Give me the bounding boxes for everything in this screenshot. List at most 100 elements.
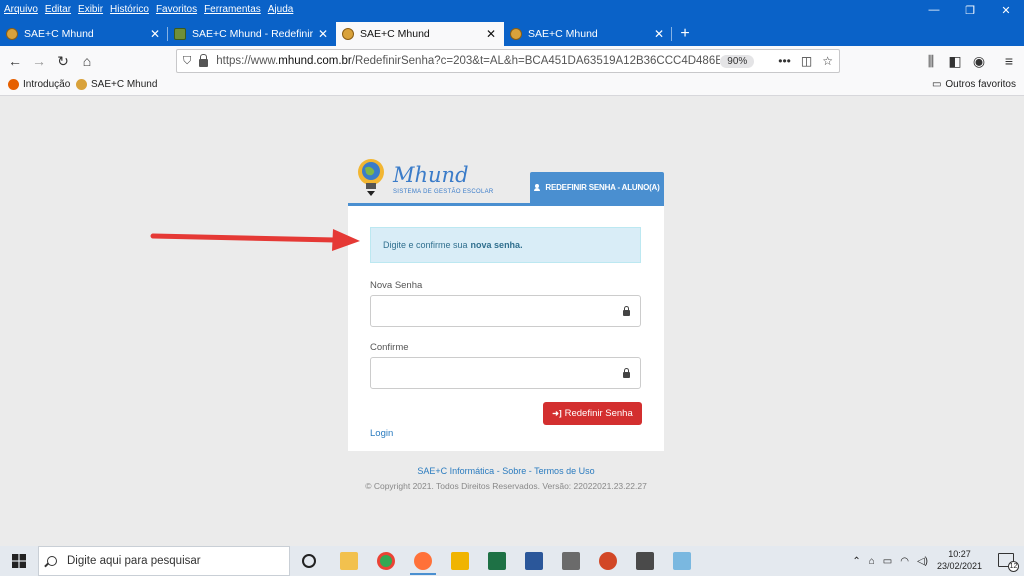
lock-icon[interactable] xyxy=(199,53,209,67)
bookmark-star-icon[interactable]: ☆ xyxy=(822,54,833,68)
menu-bar: Arquivo Editar Exibir Histórico Favorito… xyxy=(0,0,300,18)
menu-historico[interactable]: Histórico xyxy=(110,4,149,15)
bookmark-label: SAE+C Mhund xyxy=(91,79,158,90)
powerpoint-icon[interactable] xyxy=(599,552,617,570)
minimize-button[interactable]: — xyxy=(916,0,952,20)
login-link[interactable]: Login xyxy=(370,428,393,439)
footer-link-termos[interactable]: Termos de Uso xyxy=(534,466,595,476)
user-icon xyxy=(534,184,541,191)
clock[interactable]: 10:27 23/02/2021 xyxy=(937,548,982,572)
url-path: /RedefinirSenha?c=203&t=AL&h=BCA451DA635… xyxy=(351,55,721,67)
logo-tagline: SISTEMA DE GESTÃO ESCOLAR xyxy=(393,189,494,195)
sign-in-icon: ➜] xyxy=(552,409,562,418)
mhund-logo: Mhund SISTEMA DE GESTÃO ESCOLAR xyxy=(355,157,493,203)
bookmark-label: Introdução xyxy=(23,79,71,90)
reset-password-header-tab: REDEFINIR SENHA - ALUNO(A) xyxy=(530,172,664,203)
tab-label: SAE+C Mhund xyxy=(24,28,94,40)
chrome-icon[interactable] xyxy=(377,552,395,570)
notification-count: 12 xyxy=(1008,561,1019,572)
menu-editar[interactable]: Editar xyxy=(45,4,71,15)
excel-icon[interactable] xyxy=(488,552,506,570)
network-icon[interactable]: ⌂ xyxy=(869,556,875,567)
lock-icon xyxy=(623,306,630,316)
url-domain: mhund.com.br xyxy=(278,55,352,67)
tab-label: SAE+C Mhund xyxy=(528,28,598,40)
menu-favoritos[interactable]: Favoritos xyxy=(156,4,197,15)
restore-button[interactable]: ❐ xyxy=(952,0,988,20)
reload-button[interactable]: ↻ xyxy=(52,50,74,72)
volume-icon[interactable]: ◁) xyxy=(917,556,928,567)
menu-ajuda[interactable]: Ajuda xyxy=(268,4,294,15)
tab-strip: SAE+C Mhund ✕ SAE+C Mhund - Redefinir Se… xyxy=(0,22,698,46)
copyright-text: © Copyright 2021. Todos Direitos Reserva… xyxy=(365,481,647,491)
reset-password-button[interactable]: ➜] Redefinir Senha xyxy=(543,402,642,425)
confirm-password-label: Confirme xyxy=(370,342,409,353)
bookmark-introducao[interactable]: Introdução xyxy=(8,79,70,90)
site-favicon-icon xyxy=(76,79,87,90)
footer-links: SAE+C Informática - Sobre - Termos de Us… xyxy=(348,466,664,476)
footer-link-saec[interactable]: SAE+C Informática xyxy=(417,466,494,476)
close-tab-icon[interactable]: ✕ xyxy=(652,27,666,41)
alert-bold-text: nova senha. xyxy=(470,240,523,250)
close-window-button[interactable]: ✕ xyxy=(988,0,1024,20)
page-actions-icon[interactable]: ••• xyxy=(778,54,791,68)
close-tab-icon[interactable]: ✕ xyxy=(148,27,162,41)
app-cr-icon[interactable] xyxy=(451,552,469,570)
menu-arquivo[interactable]: Arquivo xyxy=(4,4,38,15)
browser-title-bar: Arquivo Editar Exibir Histórico Favorito… xyxy=(0,0,1024,46)
tab-1[interactable]: SAE+C Mhund ✕ xyxy=(0,22,168,46)
close-tab-icon[interactable]: ✕ xyxy=(484,27,498,41)
camera-icon[interactable] xyxy=(636,552,654,570)
taskbar-search-box[interactable]: Digite aqui para pesquisar xyxy=(38,546,290,576)
file-explorer-icon[interactable] xyxy=(340,552,358,570)
tab-2[interactable]: SAE+C Mhund - Redefinir Senh ✕ xyxy=(168,22,336,46)
address-bar[interactable]: ⛉ https://www.mhund.com.br/RedefinirSenh… xyxy=(176,49,840,73)
hamburger-menu-icon[interactable]: ≡ xyxy=(998,50,1020,72)
bookmark-label: Outros favoritos xyxy=(945,79,1016,90)
pocket-icon[interactable]: ◫ xyxy=(801,54,812,68)
menu-exibir[interactable]: Exibir xyxy=(78,4,103,15)
app-icon[interactable] xyxy=(673,552,691,570)
notification-center-icon[interactable]: 12 xyxy=(998,553,1019,572)
site-favicon-icon xyxy=(510,28,522,40)
bookmark-saec-mhund[interactable]: SAE+C Mhund xyxy=(76,79,157,90)
zoom-level-badge[interactable]: 90% xyxy=(720,54,755,68)
search-icon xyxy=(47,556,57,566)
back-button[interactable]: ← xyxy=(4,50,26,72)
site-favicon-icon xyxy=(342,28,354,40)
forward-button[interactable]: → xyxy=(28,50,50,72)
library-icon[interactable]: ⫼ xyxy=(920,50,942,72)
firefox-icon xyxy=(8,79,19,90)
tab-label: SAE+C Mhund xyxy=(360,28,430,40)
red-annotation-arrow-icon xyxy=(150,229,360,251)
cortana-icon[interactable] xyxy=(302,554,316,568)
new-tab-button[interactable]: + xyxy=(672,22,698,46)
windows-taskbar: Digite aqui para pesquisar ⌃ ⌂ ▭ ◠ ◁) 10… xyxy=(0,546,1024,576)
sidebar-icon[interactable]: ◧ xyxy=(944,50,966,72)
tab-3-active[interactable]: SAE+C Mhund ✕ xyxy=(336,22,504,46)
new-password-field[interactable] xyxy=(370,295,641,327)
chevron-up-icon[interactable]: ⌃ xyxy=(852,556,860,567)
confirm-password-field[interactable] xyxy=(370,357,641,389)
tab-divider xyxy=(671,27,672,41)
footer-link-sobre[interactable]: Sobre xyxy=(502,466,526,476)
search-placeholder: Digite aqui para pesquisar xyxy=(67,555,201,567)
bookmarks-toolbar: Introdução SAE+C Mhund ▭ Outros favorito… xyxy=(0,76,1024,96)
url-text[interactable]: https://www.mhund.com.br/RedefinirSenha?… xyxy=(216,55,720,67)
other-bookmarks-folder[interactable]: ▭ Outros favoritos xyxy=(932,79,1016,90)
account-icon[interactable]: ◉ xyxy=(968,50,990,72)
tab-4[interactable]: SAE+C Mhund ✕ xyxy=(504,22,672,46)
start-button[interactable] xyxy=(0,546,38,576)
image-favicon-icon xyxy=(174,28,186,40)
wifi-icon[interactable]: ◠ xyxy=(900,556,909,567)
close-tab-icon[interactable]: ✕ xyxy=(316,27,330,41)
tracking-shield-icon[interactable]: ⛉ xyxy=(183,55,191,68)
firefox-icon[interactable] xyxy=(410,552,436,575)
word-icon[interactable] xyxy=(525,552,543,570)
menu-ferramentas[interactable]: Ferramentas xyxy=(204,4,261,15)
calculator-icon[interactable] xyxy=(562,552,580,570)
new-password-label: Nova Senha xyxy=(370,280,423,291)
battery-icon[interactable]: ▭ xyxy=(883,556,892,567)
home-button[interactable]: ⌂ xyxy=(76,50,98,72)
site-favicon-icon xyxy=(6,28,18,40)
